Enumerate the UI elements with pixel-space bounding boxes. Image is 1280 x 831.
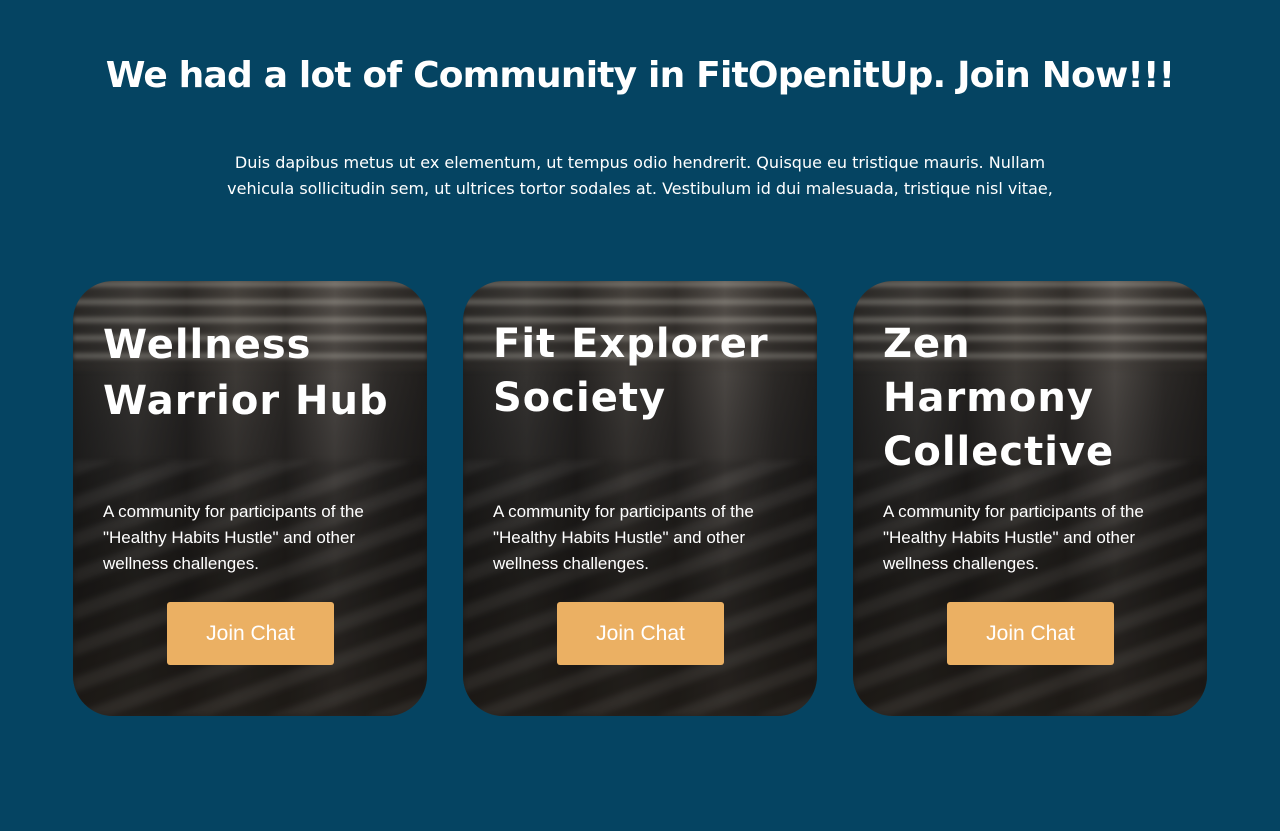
card-description: A community for participants of the "Hea… bbox=[883, 502, 1144, 573]
community-card-zen-harmony-collective: Zen Harmony Collective A community for p… bbox=[853, 281, 1207, 716]
community-card-wellness-warrior-hub: Wellness Warrior Hub A community for par… bbox=[73, 281, 427, 716]
card-description: A community for participants of the "Hea… bbox=[103, 502, 364, 573]
card-title: Zen Harmony Collective bbox=[883, 321, 1115, 475]
community-cards: Wellness Warrior Hub A community for par… bbox=[73, 281, 1207, 716]
join-chat-button[interactable]: Join Chat bbox=[557, 602, 724, 665]
card-title: Fit Explorer Society bbox=[493, 321, 769, 421]
card-title: Wellness Warrior Hub bbox=[103, 322, 389, 424]
page-title: We had a lot of Community in FitOpenitUp… bbox=[105, 55, 1175, 96]
intro-paragraph: Duis dapibus metus ut ex elementum, ut t… bbox=[227, 153, 1053, 198]
join-chat-button[interactable]: Join Chat bbox=[947, 602, 1114, 665]
community-card-fit-explorer-society: Fit Explorer Society A community for par… bbox=[463, 281, 817, 716]
join-chat-button[interactable]: Join Chat bbox=[167, 602, 334, 665]
community-section: We had a lot of Community in FitOpenitUp… bbox=[0, 0, 1280, 831]
card-description: A community for participants of the "Hea… bbox=[493, 502, 754, 573]
